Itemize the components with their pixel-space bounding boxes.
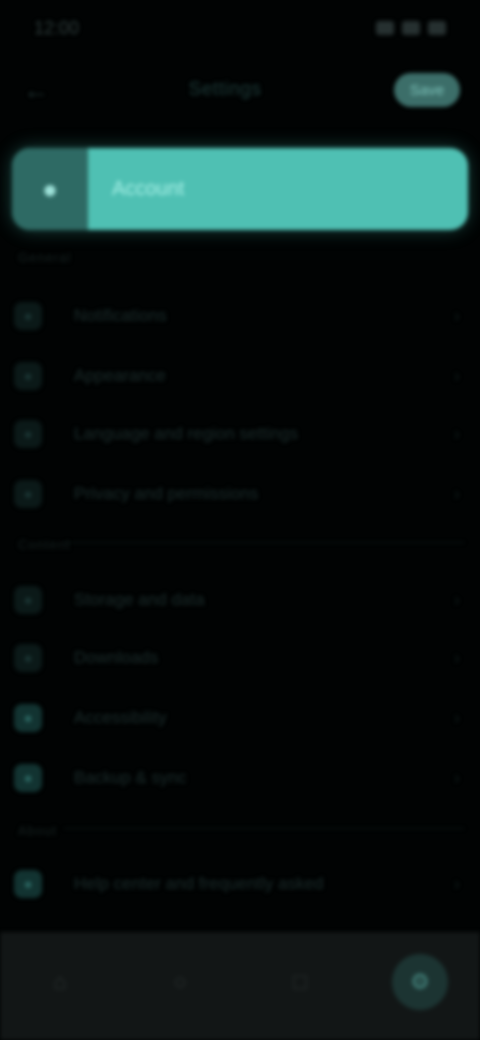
chevron-right-icon: › <box>454 767 460 788</box>
section-label-about: About <box>18 823 57 838</box>
signal-icon <box>376 21 394 35</box>
settings-item-backup[interactable]: ● Backup & sync › <box>0 750 480 806</box>
section-divider <box>64 828 464 829</box>
settings-item-downloads[interactable]: ● Downloads › <box>0 630 480 686</box>
palette-icon: ● <box>14 362 42 390</box>
page-title: Settings <box>188 79 262 100</box>
chevron-right-icon: › <box>454 707 460 728</box>
library-icon: □ <box>293 969 307 994</box>
settings-item-label: Accessibility <box>74 708 167 727</box>
status-icons <box>376 21 446 35</box>
download-icon: ● <box>14 644 42 672</box>
home-icon: ⌂ <box>53 969 67 994</box>
cloud-icon: ● <box>14 764 42 792</box>
settings-item-label: Notifications <box>74 306 167 325</box>
settings-item-appearance[interactable]: ● Appearance › <box>0 348 480 404</box>
bell-icon: ● <box>14 302 42 330</box>
wifi-icon <box>402 21 420 35</box>
search-icon: ○ <box>173 969 187 994</box>
help-icon: ● <box>14 870 42 898</box>
chevron-right-icon: › <box>454 647 460 668</box>
back-button[interactable]: ← <box>16 70 56 110</box>
settings-item-label: Help center and frequently asked <box>74 874 324 893</box>
nav-home[interactable]: ⌂ <box>32 954 88 1010</box>
nav-library[interactable]: □ <box>272 954 328 1010</box>
section-label-general: General <box>18 250 72 265</box>
settings-item-storage[interactable]: ● Storage and data › <box>0 572 480 628</box>
account-card[interactable]: ● Account <box>12 148 468 230</box>
screen: 12:00 ← Settings Save ● Account General … <box>0 0 480 1040</box>
bottom-navigation: ⌂ ○ □ ⚙ <box>0 932 480 1040</box>
settings-item-label: Privacy and permissions <box>74 484 259 503</box>
status-time: 12:00 <box>34 17 80 38</box>
settings-item-label: Appearance <box>74 366 166 385</box>
chevron-right-icon: › <box>454 423 460 444</box>
chevron-right-icon: › <box>454 589 460 610</box>
settings-item-label: Language and region settings <box>74 424 299 443</box>
section-label-content: Content <box>18 537 71 552</box>
nav-search[interactable]: ○ <box>152 954 208 1010</box>
settings-item-language[interactable]: ● Language and region settings › <box>0 406 480 462</box>
settings-item-help[interactable]: ● Help center and frequently asked › <box>0 856 480 912</box>
accessibility-icon: ● <box>14 704 42 732</box>
section-divider <box>64 542 464 543</box>
account-card-label: Account <box>112 177 185 200</box>
settings-item-accessibility[interactable]: ● Accessibility › <box>0 690 480 746</box>
settings-item-label: Backup & sync <box>74 768 187 787</box>
status-bar: 12:00 <box>0 0 480 56</box>
chevron-right-icon: › <box>454 305 460 326</box>
battery-icon <box>428 21 446 35</box>
profile-icon: ● <box>12 148 88 230</box>
arrow-left-icon: ← <box>23 74 49 105</box>
settings-item-label: Storage and data <box>74 590 205 609</box>
lock-icon: ● <box>14 480 42 508</box>
save-button[interactable]: Save <box>394 73 460 107</box>
storage-icon: ● <box>14 586 42 614</box>
chevron-right-icon: › <box>454 483 460 504</box>
settings-icon: ⚙ <box>410 969 430 994</box>
top-app-bar: ← Settings Save <box>0 62 480 118</box>
chevron-right-icon: › <box>454 365 460 386</box>
settings-item-notifications[interactable]: ● Notifications › <box>0 288 480 344</box>
chevron-right-icon: › <box>454 873 460 894</box>
settings-item-label: Downloads <box>74 648 159 667</box>
globe-icon: ● <box>14 420 42 448</box>
nav-settings[interactable]: ⚙ <box>392 954 448 1010</box>
settings-item-privacy[interactable]: ● Privacy and permissions › <box>0 466 480 522</box>
